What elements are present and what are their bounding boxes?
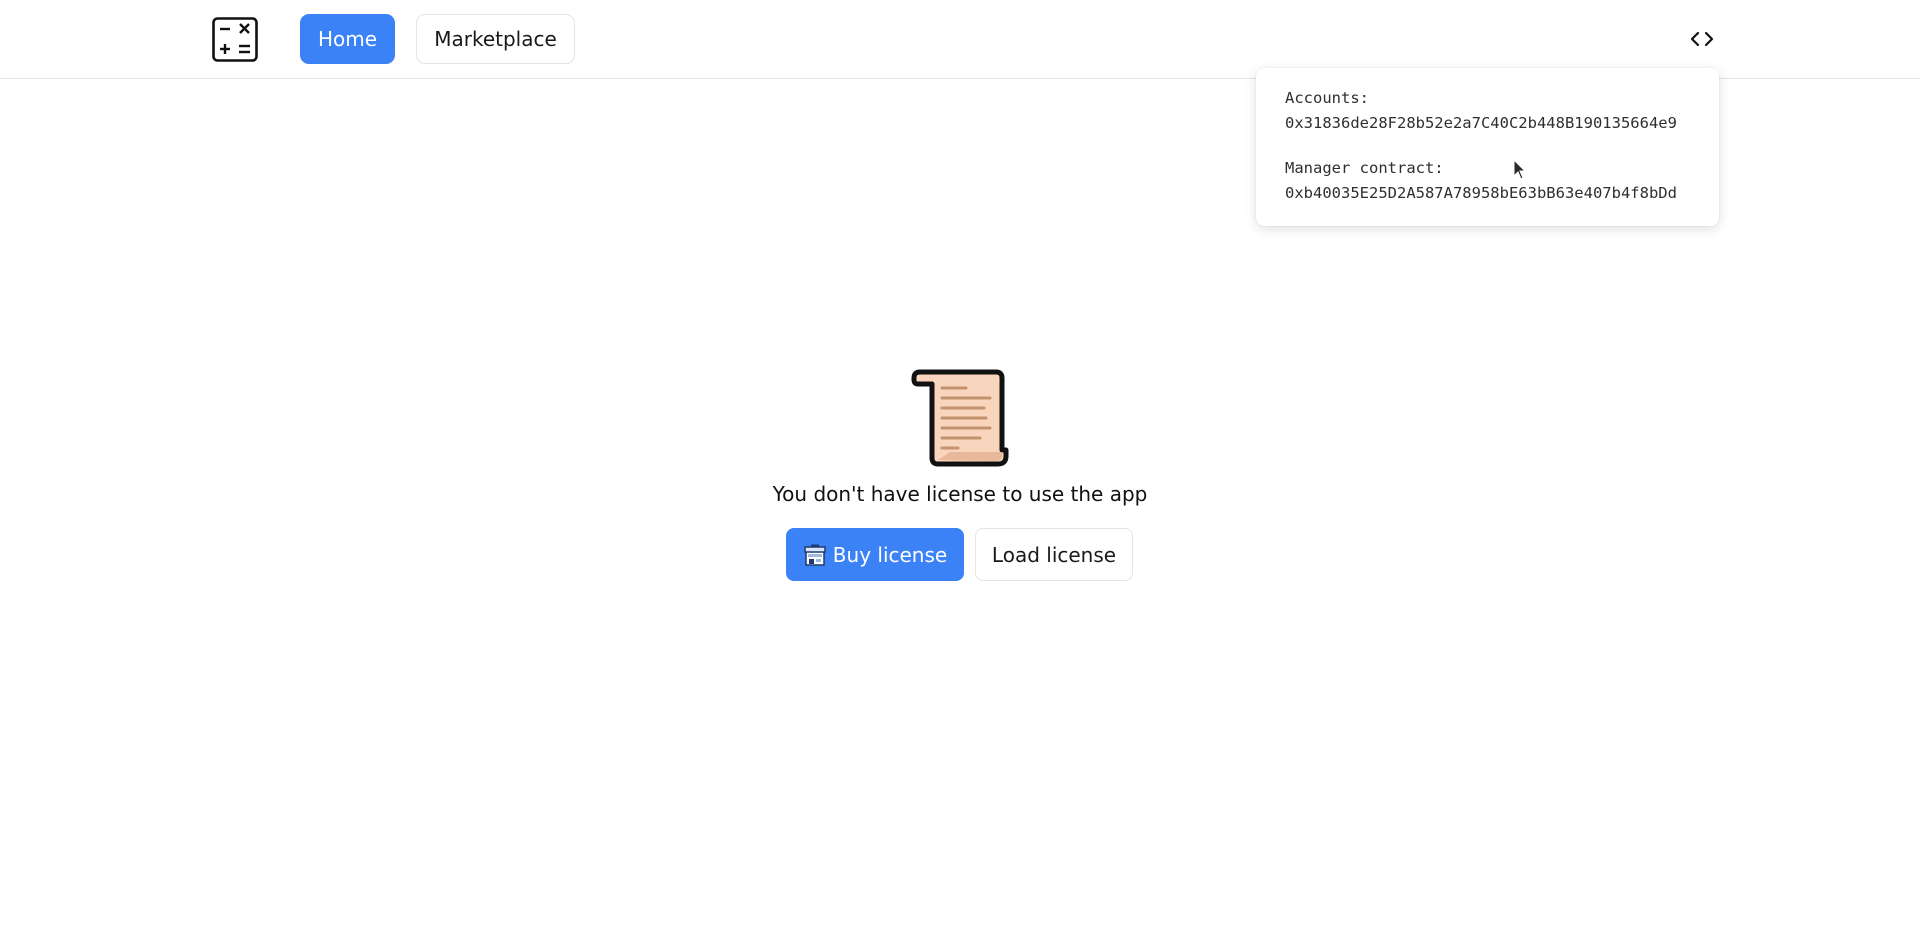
code-icon[interactable]	[1690, 27, 1714, 51]
no-license-message: You don't have license to use the app	[772, 482, 1148, 506]
nav-marketplace-button[interactable]: Marketplace	[416, 14, 575, 64]
manager-contract-block: Manager contract: 0xb40035E25D2A587A7895…	[1285, 156, 1719, 206]
scroll-icon	[910, 368, 1010, 468]
manager-contract-value: 0xb40035E25D2A587A78958bE63bB63e407b4f8b…	[1285, 184, 1677, 202]
buy-license-button[interactable]: Buy license	[786, 528, 964, 581]
nav-home-button[interactable]: Home	[300, 14, 395, 64]
load-license-button[interactable]: Load license	[975, 528, 1133, 581]
store-icon	[803, 543, 827, 567]
mouse-cursor-icon	[1513, 158, 1527, 181]
calculator-icon[interactable]	[212, 17, 258, 62]
accounts-block: Accounts: 0x31836de28F28b52e2a7C40C2b448…	[1285, 86, 1719, 136]
buy-license-label: Buy license	[832, 542, 948, 567]
debug-info-popover: Accounts: 0x31836de28F28b52e2a7C40C2b448…	[1256, 68, 1719, 226]
manager-contract-label: Manager contract:	[1285, 159, 1444, 177]
accounts-label: Accounts:	[1285, 89, 1369, 107]
accounts-value: 0x31836de28F28b52e2a7C40C2b448B190135664…	[1285, 114, 1677, 132]
